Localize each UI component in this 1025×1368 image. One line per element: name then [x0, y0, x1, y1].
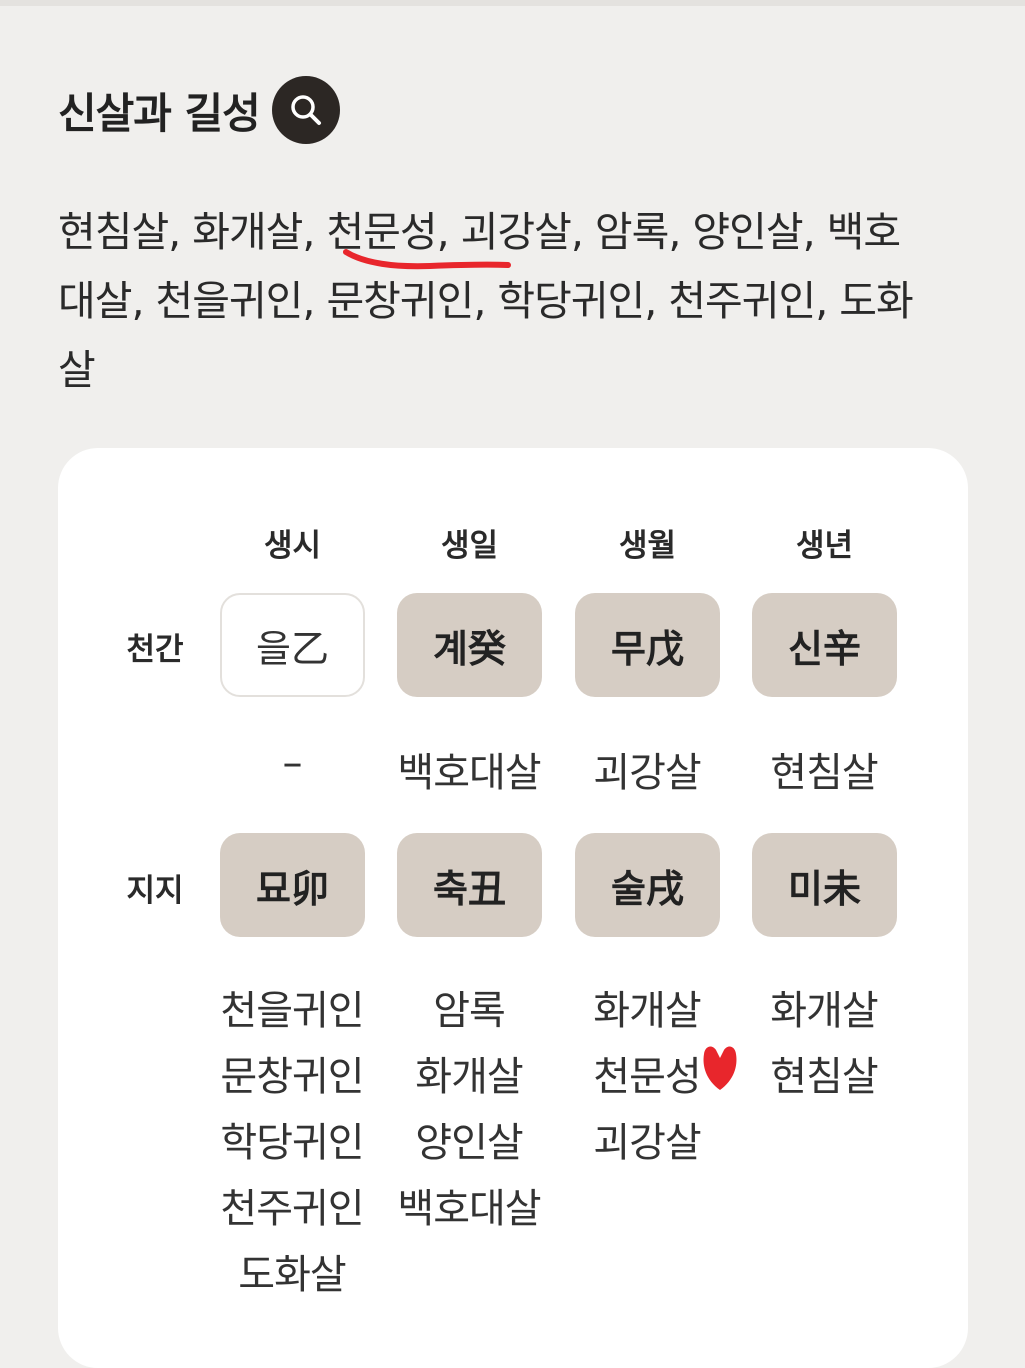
heavenly-sal-day: 백호대살: [397, 750, 541, 796]
col-header-month: 생월: [618, 528, 677, 564]
earthly-branch-month[interactable]: 술戌: [575, 833, 720, 937]
sal-item: 양인살: [415, 1120, 523, 1166]
col-header-day: 생일: [440, 528, 499, 564]
sal-item: 학당귀인: [220, 1120, 364, 1166]
sal-summary-text: 현침살, 화개살, 천문성, 괴강살, 암록, 양인살, 백호 대살, 천을귀인…: [58, 198, 983, 405]
sal-item: 천주귀인: [220, 1186, 364, 1232]
earthly-branch-day[interactable]: 축丑: [397, 833, 542, 937]
search-button[interactable]: [271, 76, 340, 144]
sal-item: 문창귀인: [220, 1054, 364, 1100]
heavenly-stem-day[interactable]: 계癸: [397, 593, 542, 697]
earthly-branch-year[interactable]: 미未: [752, 833, 897, 937]
section-title: 신살과 길성: [58, 88, 261, 138]
sal-item: 도화살: [238, 1252, 346, 1298]
sal-item: 화개살: [593, 988, 701, 1034]
col-header-year: 생년: [795, 528, 854, 564]
sal-item: 천을귀인: [220, 988, 364, 1034]
earthly-sal-list-hour: 천을귀인 문창귀인 학당귀인 천주귀인 도화살: [197, 978, 387, 1308]
earthly-sal-list-month: 화개살 천문성 괴강살: [552, 978, 742, 1176]
heavenly-sal-month: 괴강살: [593, 750, 701, 796]
earthly-sal-list-day: 암록 화개살 양인살 백호대살: [374, 978, 564, 1242]
sal-item: 화개살: [770, 988, 878, 1034]
row-header-heavenly-stem: 천간: [126, 632, 184, 668]
heavenly-stem-month[interactable]: 무戊: [575, 593, 720, 697]
summary-line-2: 대살, 천을귀인, 문창귀인, 학당귀인, 천주귀인, 도화: [58, 277, 914, 325]
sal-item: 현침살: [770, 1054, 878, 1100]
sal-item: 화개살: [415, 1054, 523, 1100]
heavenly-stem-hour[interactable]: 을乙: [220, 593, 365, 697]
sal-item: 백호대살: [397, 1186, 541, 1232]
heavenly-stem-year[interactable]: 신辛: [752, 593, 897, 697]
col-header-hour: 생시: [263, 528, 322, 564]
heavenly-sal-year: 현침살: [770, 750, 878, 796]
section-header: 신살과 길성: [58, 76, 340, 144]
summary-line-3: 살: [58, 346, 96, 394]
top-divider: [0, 0, 1025, 6]
heavenly-sal-hour: –: [282, 740, 303, 786]
earthly-branch-hour[interactable]: 묘卯: [220, 833, 365, 937]
row-header-earthly-branch: 지지: [126, 873, 184, 909]
summary-line-1: 현침살, 화개살, 천문성, 괴강살, 암록, 양인살, 백호: [58, 208, 901, 256]
earthly-sal-list-year: 화개살 현침살: [729, 978, 919, 1110]
sal-item: 천문성: [593, 1054, 701, 1100]
sal-item: 괴강살: [593, 1120, 701, 1166]
search-icon: [291, 95, 321, 125]
sal-item: 암록: [433, 988, 506, 1034]
